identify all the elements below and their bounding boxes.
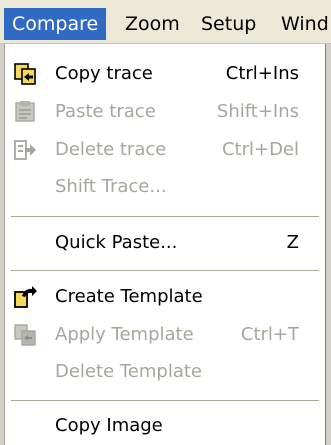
create-template-icon xyxy=(13,285,37,309)
compare-dropdown-menu: Copy trace Ctrl+Ins Paste trace Shift+In… xyxy=(4,44,326,445)
menu-item-copy-image[interactable]: Copy Image xyxy=(5,408,325,444)
menu-setup[interactable]: Setup xyxy=(193,8,264,40)
menu-item-quick-paste[interactable]: Quick Paste... Z xyxy=(5,225,325,261)
menu-item-label: Apply Template xyxy=(55,324,194,345)
menu-item-label: Shift Trace... xyxy=(55,176,167,197)
menu-item-shortcut: Ctrl+T xyxy=(240,324,299,345)
apply-template-icon xyxy=(13,323,37,347)
menu-zoom[interactable]: Zoom xyxy=(117,8,188,40)
menu-item-shortcut: Ctrl+Ins xyxy=(225,63,299,84)
menu-item-shortcut: Ctrl+Del xyxy=(221,139,299,160)
menu-item-label: Delete Template xyxy=(55,361,202,382)
menu-item-shortcut: Shift+Ins xyxy=(216,101,299,122)
menu-item-label: Create Template xyxy=(55,286,203,307)
menu-item-create-template[interactable]: Create Template xyxy=(5,279,325,315)
menu-item-label: Quick Paste... xyxy=(55,232,178,253)
delete-trace-icon xyxy=(13,138,37,162)
menu-compare[interactable]: Compare xyxy=(4,8,107,40)
menu-item-label: Delete trace xyxy=(55,139,167,160)
menu-item-shortcut: Z xyxy=(286,232,299,253)
menu-item-paste-trace[interactable]: Paste trace Shift+Ins xyxy=(5,94,325,130)
menu-item-label: Paste trace xyxy=(55,101,156,122)
menu-item-shift-trace[interactable]: Shift Trace... xyxy=(5,169,325,205)
menu-window[interactable]: Wind xyxy=(273,8,331,40)
copy-trace-icon xyxy=(13,62,37,86)
menu-item-delete-template[interactable]: Delete Template xyxy=(5,354,325,390)
menu-bar: Compare Zoom Setup Wind xyxy=(0,0,331,44)
paste-trace-icon xyxy=(13,100,37,124)
menu-item-label: Copy Image xyxy=(55,415,163,436)
menu-item-apply-template[interactable]: Apply Template Ctrl+T xyxy=(5,317,325,353)
menu-item-delete-trace[interactable]: Delete trace Ctrl+Del xyxy=(5,132,325,168)
menu-separator xyxy=(11,270,319,272)
menu-separator xyxy=(11,400,319,402)
menu-item-label: Copy trace xyxy=(55,63,153,84)
menu-separator xyxy=(11,216,319,218)
menu-item-copy-trace[interactable]: Copy trace Ctrl+Ins xyxy=(5,56,325,92)
